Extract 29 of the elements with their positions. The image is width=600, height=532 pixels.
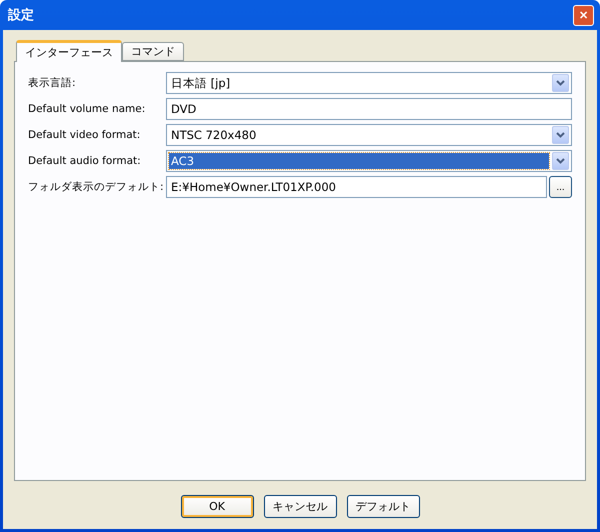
input-field[interactable]: DVD <box>166 98 572 120</box>
field-label: 表示言語: <box>28 76 77 90</box>
input-value: E:¥Home¥Owner.LT01XP.000 <box>170 179 337 195</box>
dropdown-value: NTSC 720x480 <box>170 127 258 143</box>
dropdown-button[interactable] <box>552 126 569 144</box>
input-value: DVD <box>170 101 198 117</box>
dropdown[interactable]: 日本語 [jp] <box>166 72 572 94</box>
tab[interactable]: コマンド <box>122 42 184 61</box>
chevron-down-icon <box>556 132 565 138</box>
browse-button[interactable]: ... <box>549 176 572 198</box>
close-button[interactable]: ✕ <box>573 4 594 26</box>
dropdown-button[interactable] <box>552 152 569 170</box>
dialog-button[interactable]: デフォルト <box>346 494 420 518</box>
field-label: Default volume name: <box>28 103 146 115</box>
chevron-down-icon <box>556 80 565 86</box>
dropdown[interactable]: NTSC 720x480 <box>166 124 572 146</box>
dropdown[interactable]: AC3 <box>166 150 572 172</box>
dropdown-value: AC3 <box>169 153 549 169</box>
dropdown-button[interactable] <box>552 74 569 92</box>
field-label: フォルダ表示のデフォルト: <box>28 180 165 194</box>
field-label: Default audio format: <box>28 155 142 167</box>
input-field[interactable]: E:¥Home¥Owner.LT01XP.000 <box>166 176 547 198</box>
tab[interactable]: インターフェース <box>16 40 122 62</box>
window-title: 設定 <box>8 6 34 24</box>
chevron-down-icon <box>556 158 565 164</box>
dialog-button[interactable]: OK <box>180 494 254 518</box>
dropdown-value: 日本語 [jp] <box>170 75 232 91</box>
field-label: Default video format: <box>28 129 142 141</box>
dialog-button[interactable]: キャンセル <box>264 494 336 518</box>
